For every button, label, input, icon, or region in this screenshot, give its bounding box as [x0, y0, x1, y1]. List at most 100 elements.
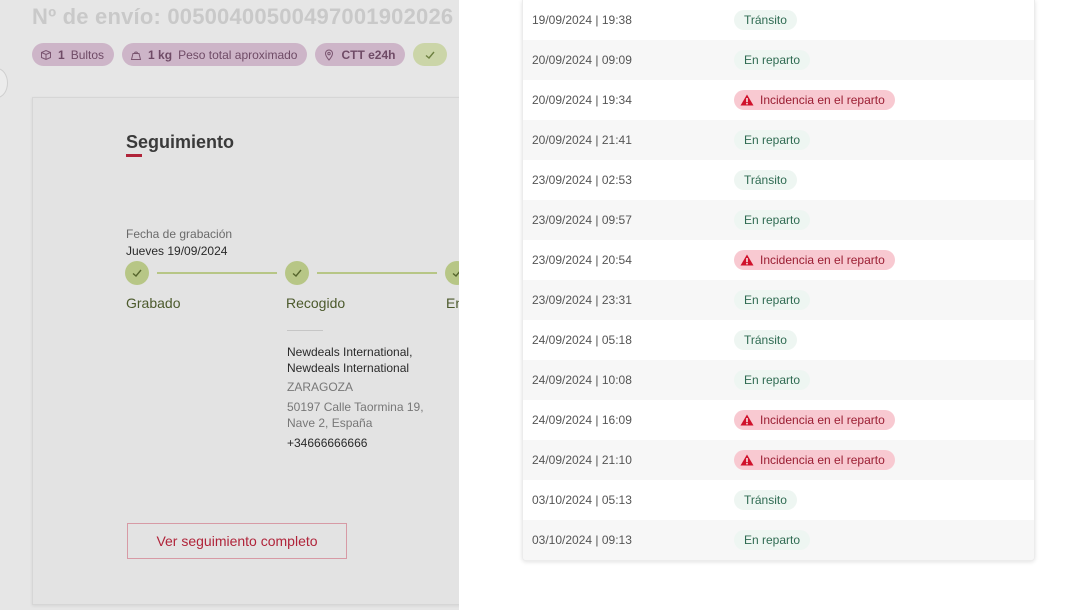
event-status-label: En reparto	[744, 53, 801, 67]
warning-icon	[740, 414, 754, 426]
tracking-title: Seguimiento	[126, 132, 235, 152]
check-icon	[132, 269, 142, 277]
event-row: 23/09/2024 | 09:57 En reparto	[523, 200, 1034, 240]
check-icon	[426, 51, 436, 59]
event-datetime: 03/10/2024 | 09:13	[532, 533, 632, 547]
event-status-label: Tránsito	[744, 173, 787, 187]
title-underline	[126, 154, 142, 157]
pickup-phone: +34666666666	[287, 436, 368, 450]
warning-icon	[740, 454, 754, 466]
status-badge: En reparto	[734, 290, 811, 310]
status-badge: En reparto	[734, 370, 811, 390]
event-datetime: 20/09/2024 | 21:41	[532, 133, 632, 147]
pickup-city: ZARAGOZA	[287, 380, 354, 394]
event-status-label: Incidencia en el reparto	[760, 413, 885, 427]
step-label-transit: En	[446, 295, 460, 311]
carousel-prev-button[interactable]	[0, 68, 8, 98]
event-status-label: Tránsito	[744, 493, 787, 507]
event-datetime: 20/09/2024 | 19:34	[532, 93, 632, 107]
packages-label: Bultos	[70, 47, 105, 62]
status-badge	[413, 43, 448, 66]
service-name: CTT e24h	[341, 47, 396, 62]
event-status-label: En reparto	[744, 533, 801, 547]
status-badge: En reparto	[734, 530, 811, 550]
step-check-recogido	[285, 261, 309, 285]
incident-status-badge: Incidencia en el reparto	[734, 450, 895, 470]
event-datetime: 23/09/2024 | 20:54	[532, 253, 632, 267]
incident-status-badge: Incidencia en el reparto	[734, 250, 895, 270]
event-status-label: Tránsito	[744, 333, 787, 347]
event-row: 24/09/2024 | 10:08 En reparto	[523, 360, 1034, 400]
event-datetime: 24/09/2024 | 21:10	[532, 453, 632, 467]
step-label-grabado: Grabado	[126, 295, 181, 311]
status-badge: En reparto	[734, 50, 811, 70]
background-page: Nº de envío: 00500400500497001902026 1 B…	[0, 0, 460, 610]
event-row: 23/09/2024 | 20:54 Incidencia en el repar…	[523, 240, 1034, 280]
event-status-label: Incidencia en el reparto	[760, 253, 885, 267]
event-datetime: 23/09/2024 | 02:53	[532, 173, 632, 187]
event-status-label: En reparto	[744, 213, 801, 227]
event-status-label: En reparto	[744, 373, 801, 387]
status-badge: Tránsito	[734, 170, 797, 190]
service-badge: CTT e24h	[315, 43, 406, 66]
weight-label: Peso total aproximado	[178, 47, 298, 62]
pickup-address-line2: Nave 2, España	[287, 416, 373, 430]
box-icon	[41, 49, 51, 60]
events-list: 19/09/2024 | 19:38 Tránsito 20/09/2024 | 0…	[522, 0, 1035, 561]
event-datetime: 03/10/2024 | 05:13	[532, 493, 632, 507]
event-row: 20/09/2024 | 19:34 Incidencia en el repar…	[523, 80, 1034, 120]
address-divider	[287, 330, 323, 331]
step-label-recogido: Recogido	[286, 295, 346, 311]
event-datetime: 24/09/2024 | 10:08	[532, 373, 632, 387]
status-badge: Tránsito	[734, 490, 797, 510]
record-date-value: Jueves 19/09/2024	[126, 244, 228, 258]
event-datetime: 19/09/2024 | 19:38	[532, 13, 632, 27]
shipment-badges: 1 Bultos 1 kg Peso total aproximado CTT …	[32, 43, 448, 66]
step-check-grabado	[125, 261, 149, 285]
tracking-card: Seguimiento Fecha de grabación Jueves 19…	[32, 97, 460, 605]
tracking-events-panel: 19/09/2024 | 19:38 Tránsito 20/09/2024 | 0…	[459, 0, 1086, 610]
event-row: 03/10/2024 | 05:13 Tránsito	[523, 480, 1034, 520]
event-row: 03/10/2024 | 09:13 En reparto	[523, 520, 1034, 560]
event-row: 20/09/2024 | 09:09 En reparto	[523, 40, 1034, 80]
event-row: 24/09/2024 | 21:10 Incidencia en el repar…	[523, 440, 1034, 480]
pickup-company-line1: Newdeals International,	[287, 345, 413, 359]
event-status-label: Incidencia en el reparto	[760, 93, 885, 107]
event-row: 23/09/2024 | 02:53 Tránsito	[523, 160, 1034, 200]
warning-icon	[740, 254, 754, 266]
incident-status-badge: Incidencia en el reparto	[734, 410, 895, 430]
status-badge: Tránsito	[734, 10, 797, 30]
event-status-label: Tránsito	[744, 13, 787, 27]
step-check-transit	[445, 261, 460, 285]
event-datetime: 23/09/2024 | 09:57	[532, 213, 632, 227]
event-datetime: 24/09/2024 | 16:09	[532, 413, 632, 427]
event-row: 24/09/2024 | 05:18 Tránsito	[523, 320, 1034, 360]
step-connector	[157, 272, 277, 274]
pickup-address-line1: 50197 Calle Taormina 19,	[287, 400, 424, 414]
event-row: 20/09/2024 | 21:41 En reparto	[523, 120, 1034, 160]
warning-icon	[740, 94, 754, 106]
event-datetime: 23/09/2024 | 23:31	[532, 293, 632, 307]
event-status-label: Incidencia en el reparto	[760, 453, 885, 467]
step-connector	[317, 272, 437, 274]
status-badge: En reparto	[734, 210, 811, 230]
pickup-company-line2: Newdeals International	[287, 361, 410, 375]
full-tracking-button[interactable]: Ver seguimiento completo	[127, 523, 347, 559]
weight-badge: 1 kg Peso total aproximado	[122, 43, 308, 66]
event-datetime: 20/09/2024 | 09:09	[532, 53, 632, 67]
event-row: 24/09/2024 | 16:09 Incidencia en el repar…	[523, 400, 1034, 440]
weight-icon	[130, 51, 142, 60]
location-pin-icon	[325, 49, 334, 61]
weight-value: 1 kg	[148, 47, 173, 62]
check-icon	[292, 269, 302, 277]
event-status-label: En reparto	[744, 133, 801, 147]
incident-status-badge: Incidencia en el reparto	[734, 90, 895, 110]
record-date-label: Fecha de grabación	[126, 227, 233, 241]
status-badge: Tránsito	[734, 330, 797, 350]
packages-badge: 1 Bultos	[32, 43, 115, 66]
shipment-number-title: Nº de envío: 00500400500497001902026	[32, 4, 454, 29]
event-row: 19/09/2024 | 19:38 Tránsito	[523, 0, 1034, 40]
event-status-label: En reparto	[744, 293, 801, 307]
status-badge: En reparto	[734, 130, 811, 150]
packages-count: 1	[58, 47, 65, 62]
